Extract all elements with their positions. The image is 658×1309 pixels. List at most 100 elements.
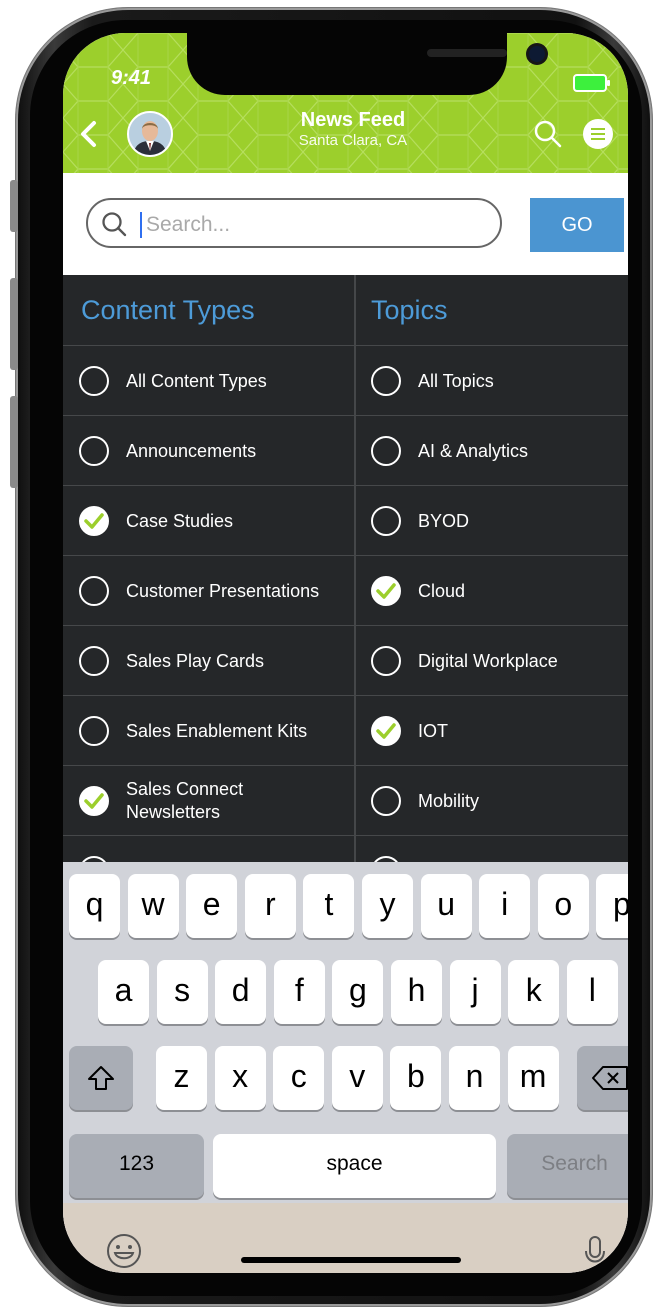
numbers-key[interactable]: 123 [69, 1134, 204, 1198]
go-button[interactable]: GO [530, 198, 624, 252]
device-notch [187, 33, 545, 95]
key-f[interactable]: f [273, 960, 325, 1024]
topic-option[interactable]: AI & Analytics [371, 416, 621, 486]
filter-row: Sales Connect Newsletters Mobility [63, 765, 628, 836]
content-type-option[interactable]: Announcements [79, 416, 351, 486]
option-label: Cloud [418, 580, 466, 601]
filter-row: Case Studies BYOD [63, 485, 628, 556]
key-a[interactable]: a [98, 960, 149, 1024]
content-type-option[interactable]: Sales Connect Newsletters [79, 766, 351, 836]
search-icon [102, 212, 127, 237]
volume-up-button [10, 278, 18, 370]
user-avatar-image [129, 113, 171, 155]
search-bar: GO [63, 178, 628, 275]
backspace-icon [592, 1066, 628, 1090]
status-time: 9:41 [111, 67, 152, 89]
option-label: Mobility [418, 790, 480, 811]
space-key[interactable]: space [213, 1134, 496, 1198]
key-n[interactable]: n [449, 1046, 500, 1110]
radio-icon[interactable] [79, 576, 109, 606]
filter-row: All Content Types All Topics [63, 345, 628, 416]
key-c[interactable]: c [273, 1046, 325, 1110]
volume-down-button [10, 396, 18, 488]
key-r[interactable]: r [244, 874, 296, 938]
speaker-grille [427, 49, 507, 57]
key-j[interactable]: j [449, 960, 501, 1024]
back-button[interactable] [77, 119, 101, 149]
option-label: Customer Presentations [126, 580, 320, 601]
key-i[interactable]: i [479, 874, 531, 938]
filter-panel: Content Types Topics All Content Types Al… [63, 275, 628, 895]
option-label: Sales Connect Newsletters [126, 779, 244, 822]
filter-row: Announcements AI & Analytics [63, 415, 628, 486]
radio-icon[interactable] [79, 366, 109, 396]
key-s[interactable]: s [156, 960, 208, 1024]
radio-icon[interactable] [79, 716, 109, 746]
checked-radio-icon[interactable] [79, 506, 109, 536]
key-o[interactable]: o [537, 874, 589, 938]
page-title: News Feed [300, 109, 406, 131]
emoji-icon[interactable] [105, 1232, 143, 1270]
key-t[interactable]: t [303, 874, 355, 938]
key-q[interactable]: q [69, 874, 120, 938]
app-header: 9:41 News Feed Santa Clara, CA [63, 33, 628, 173]
radio-icon[interactable] [371, 646, 401, 676]
topic-option[interactable]: Digital Workplace [371, 626, 621, 696]
content-type-option[interactable]: Sales Enablement Kits [79, 696, 351, 766]
filter-row: Sales Play Cards Digital Workplace [63, 625, 628, 696]
key-u[interactable]: u [420, 874, 472, 938]
option-label: AI & Analytics [418, 440, 529, 461]
shift-key[interactable] [69, 1046, 133, 1110]
key-v[interactable]: v [331, 1046, 383, 1110]
radio-icon[interactable] [371, 366, 401, 396]
key-h[interactable]: h [391, 960, 442, 1024]
topic-option[interactable]: Mobility [371, 766, 621, 836]
home-indicator[interactable] [241, 1257, 461, 1263]
content-type-option[interactable]: Sales Play Cards [79, 626, 351, 696]
key-b[interactable]: b [390, 1046, 442, 1110]
avatar[interactable] [127, 111, 173, 157]
header-title-group: News Feed Santa Clara, CA [253, 109, 453, 151]
key-d[interactable]: d [215, 960, 267, 1024]
content-type-option[interactable]: Case Studies [79, 486, 351, 556]
key-m[interactable]: m [507, 1046, 559, 1110]
menu-button[interactable] [583, 119, 613, 149]
search-key[interactable]: Search [507, 1134, 628, 1198]
checked-radio-icon[interactable] [79, 786, 109, 816]
microphone-icon[interactable] [585, 1235, 605, 1271]
key-y[interactable]: y [362, 874, 413, 938]
search-field[interactable] [86, 198, 502, 248]
checked-radio-icon[interactable] [371, 576, 401, 606]
search-icon [534, 120, 562, 148]
content-type-option[interactable]: Customer Presentations [79, 556, 351, 626]
key-k[interactable]: k [508, 960, 560, 1024]
battery-icon [573, 74, 610, 92]
option-label: Case Studies [126, 510, 234, 531]
option-label: Sales Enablement Kits [126, 720, 308, 741]
key-p[interactable]: p [596, 874, 628, 938]
topic-option[interactable]: Cloud [371, 556, 621, 626]
menu-icon [591, 128, 605, 130]
radio-icon[interactable] [371, 786, 401, 816]
header-search-button[interactable] [533, 119, 563, 149]
topic-option[interactable]: All Topics [371, 346, 621, 416]
radio-icon[interactable] [371, 506, 401, 536]
delete-key[interactable] [577, 1046, 628, 1110]
content-types-heading: Content Types [81, 295, 255, 325]
radio-icon[interactable] [79, 436, 109, 466]
content-type-option[interactable]: All Content Types [79, 346, 351, 416]
chevron-left-icon [81, 121, 96, 147]
radio-icon[interactable] [79, 646, 109, 676]
key-l[interactable]: l [566, 960, 618, 1024]
radio-icon[interactable] [371, 436, 401, 466]
search-input[interactable] [144, 208, 488, 242]
key-e[interactable]: e [186, 874, 238, 938]
key-z[interactable]: z [156, 1046, 207, 1110]
topic-option[interactable]: IOT [371, 696, 621, 766]
topic-option[interactable]: BYOD [371, 486, 621, 556]
key-x[interactable]: x [214, 1046, 266, 1110]
filter-row: Sales Enablement Kits IOT [63, 695, 628, 766]
key-w[interactable]: w [127, 874, 179, 938]
checked-radio-icon[interactable] [371, 716, 401, 746]
key-g[interactable]: g [332, 960, 384, 1024]
